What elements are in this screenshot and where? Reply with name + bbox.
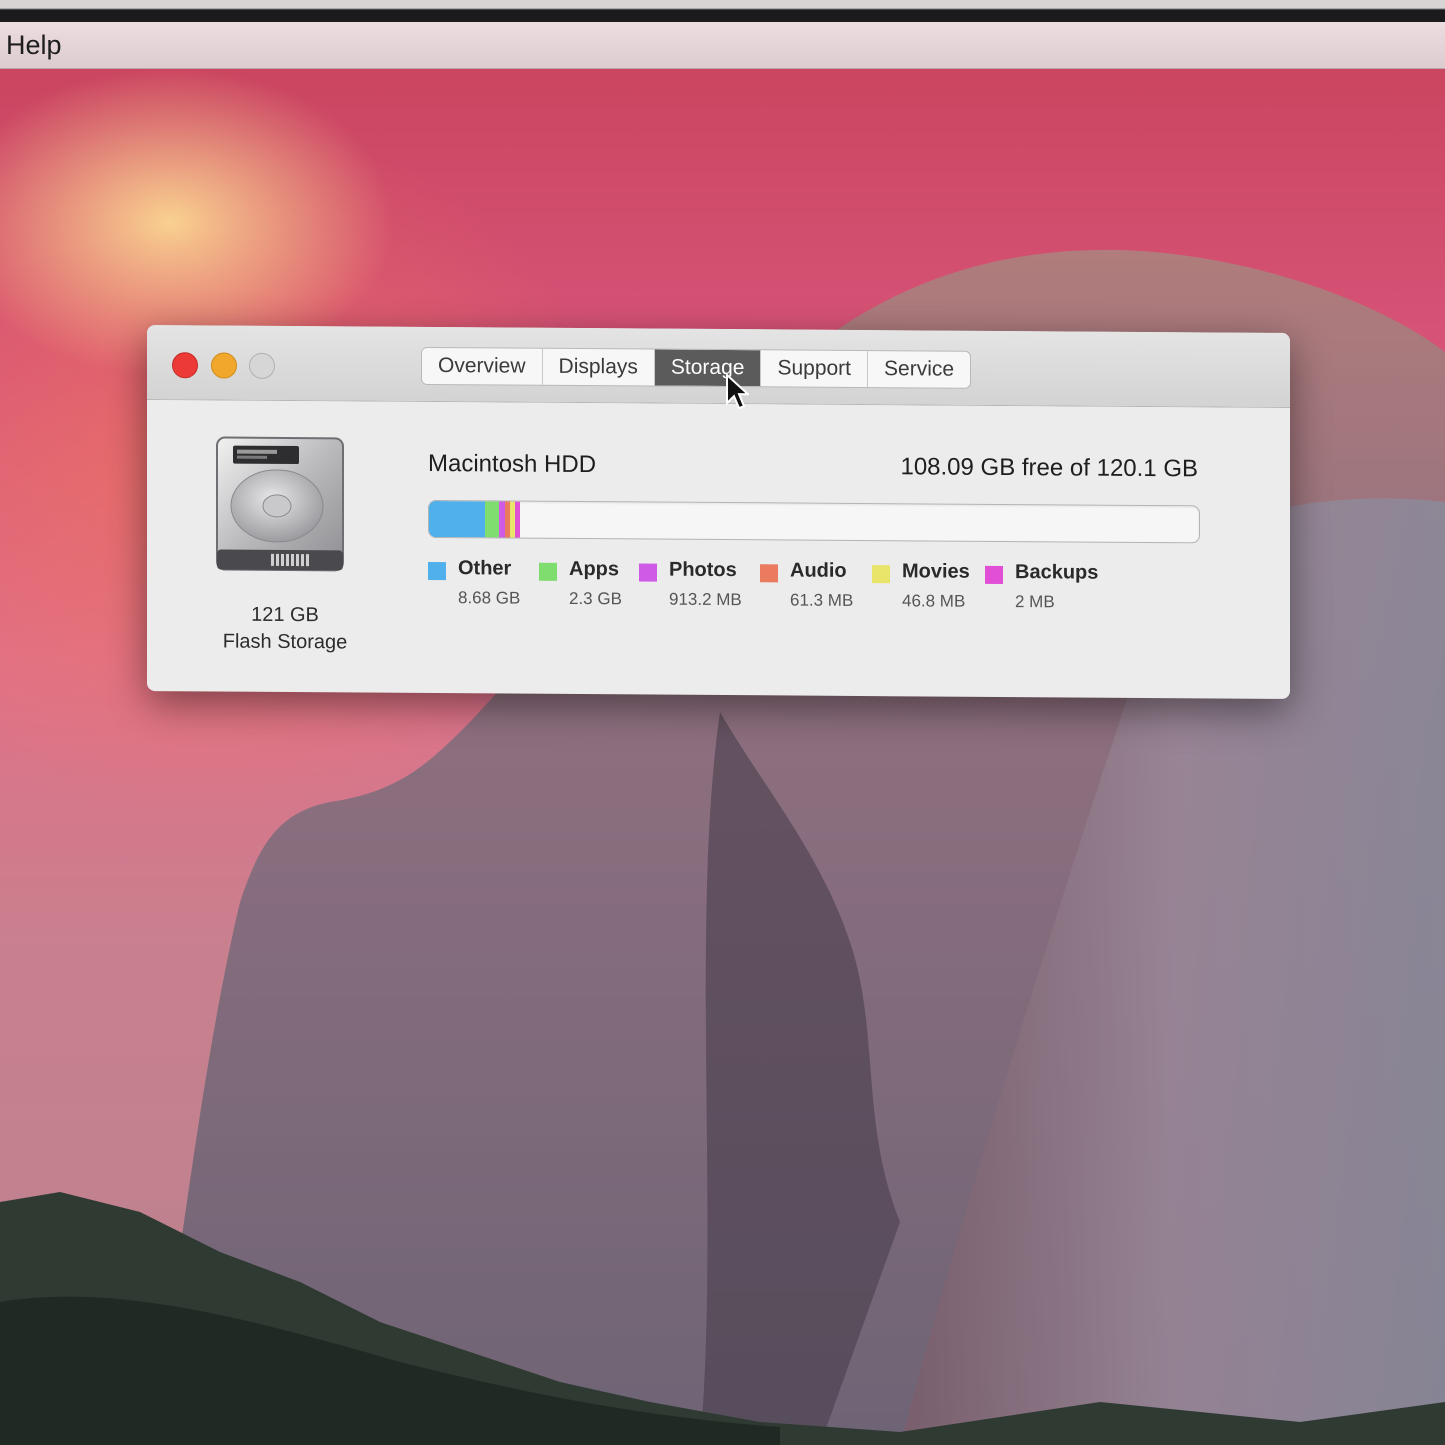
legend-label: Audio <box>790 559 847 582</box>
legend-swatch <box>428 561 446 581</box>
wallpaper-mountain <box>0 249 1445 1445</box>
legend-label: Other <box>458 557 512 580</box>
legend-size: 913.2 MB <box>669 589 742 610</box>
legend-label: Apps <box>569 557 619 581</box>
screen-bezel <box>0 0 1445 22</box>
tab-overview[interactable]: Overview <box>422 347 543 385</box>
usage-segment-apps <box>484 501 500 538</box>
about-this-mac-window: Overview Displays Storage Support Servic… <box>147 325 1290 699</box>
mouse-cursor-icon <box>726 373 749 410</box>
hard-drive-icon <box>216 436 344 572</box>
legend-swatch <box>985 565 1003 584</box>
legend-size: 2.3 GB <box>569 588 622 609</box>
desktop-wallpaper <box>0 22 1445 1445</box>
usage-segment-other <box>429 500 485 538</box>
tab-support[interactable]: Support <box>761 350 869 388</box>
menu-help[interactable]: Help <box>6 30 62 61</box>
legend-swatch <box>539 562 557 581</box>
legend-size: 2 MB <box>1015 592 1055 612</box>
volume-free-space: 108.09 GB free of 120.1 GB <box>900 453 1198 483</box>
legend-label: Photos <box>669 558 737 582</box>
disk-capacity: 121 GB <box>251 603 319 627</box>
storage-usage-bar <box>428 499 1200 544</box>
legend-swatch <box>872 565 890 584</box>
legend-size: 46.8 MB <box>902 591 966 611</box>
legend-label: Backups <box>1015 561 1099 584</box>
disk-type: Flash Storage <box>222 630 348 654</box>
disk-capacity-label: 121 GB Flash Storage <box>187 601 383 656</box>
tab-service[interactable]: Service <box>868 351 970 388</box>
minimize-button[interactable] <box>211 352 237 379</box>
legend-label: Movies <box>902 560 970 583</box>
legend-size: 8.68 GB <box>458 588 521 608</box>
menu-bar: Help <box>0 22 1445 69</box>
legend-swatch <box>639 563 657 582</box>
legend-swatch <box>760 564 778 583</box>
tab-bar: Overview Displays Storage Support Servic… <box>421 346 972 389</box>
zoom-button[interactable] <box>249 352 275 379</box>
window-titlebar[interactable]: Overview Displays Storage Support Servic… <box>147 325 1290 410</box>
legend-size: 61.3 MB <box>790 590 854 610</box>
usage-segment-backups <box>515 501 521 538</box>
volume-name: Macintosh HDD <box>428 449 597 479</box>
close-button[interactable] <box>172 352 198 379</box>
tab-displays[interactable]: Displays <box>542 348 655 386</box>
